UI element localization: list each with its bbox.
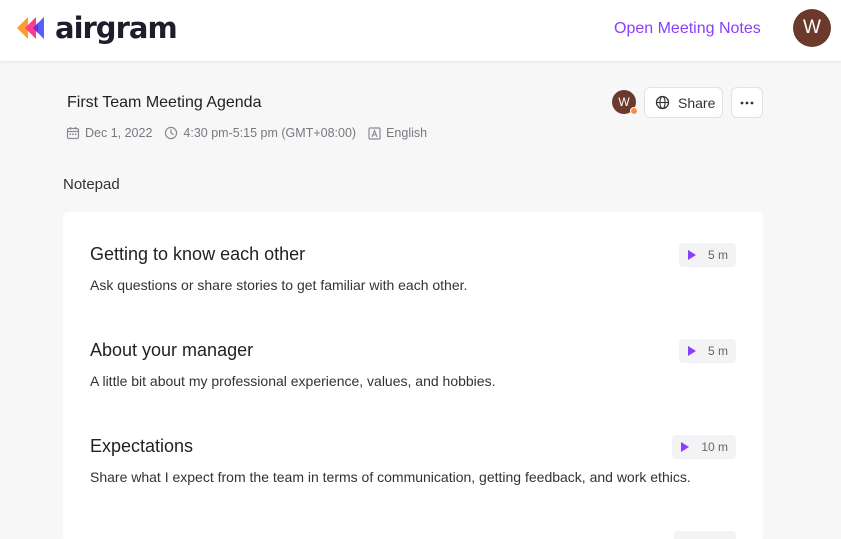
more-horizontal-icon bbox=[740, 101, 754, 104]
language-icon bbox=[368, 126, 381, 140]
play-icon bbox=[687, 346, 696, 356]
airgram-logo-icon bbox=[17, 17, 44, 39]
agenda-item-description: Share what I expect from the team in ter… bbox=[90, 469, 691, 485]
agenda-item-title: About your manager bbox=[90, 340, 254, 360]
language-text: English bbox=[386, 126, 428, 140]
participant-initial: W bbox=[618, 95, 630, 109]
brand-name: airgram bbox=[55, 11, 178, 45]
notepad-card: Getting to know each other 5 m Ask quest… bbox=[63, 212, 763, 539]
duration-text: 10 m bbox=[701, 440, 728, 454]
open-meeting-notes-link[interactable]: Open Meeting Notes bbox=[614, 19, 761, 39]
clock-icon bbox=[165, 126, 178, 140]
duration-badge[interactable]: 10 m bbox=[672, 435, 736, 459]
meeting-meta: Dec 1, 2022 4:30 pm-5:15 pm (GMT+08:00) … bbox=[66, 124, 439, 142]
agenda-item-description: Ask questions or share stories to get fa… bbox=[90, 277, 468, 293]
user-avatar[interactable]: W bbox=[793, 9, 831, 47]
duration-text: 5 m bbox=[707, 344, 728, 358]
meeting-date: Dec 1, 2022 bbox=[66, 126, 152, 140]
share-button[interactable]: Share bbox=[644, 87, 723, 118]
more-options-button[interactable] bbox=[731, 87, 763, 118]
time-text: 4:30 pm-5:15 pm (GMT+08:00) bbox=[183, 126, 357, 140]
meeting-language[interactable]: English bbox=[368, 126, 427, 140]
top-bar: airgram Open Meeting Notes W bbox=[0, 0, 841, 62]
meeting-time: 4:30 pm-5:15 pm (GMT+08:00) bbox=[164, 126, 356, 140]
agenda-item[interactable]: Expectations 10 m Share what I expect fr… bbox=[90, 434, 736, 485]
notepad-heading: Notepad bbox=[63, 176, 120, 193]
date-text: Dec 1, 2022 bbox=[85, 126, 153, 140]
duration-text: 5 m bbox=[707, 248, 728, 262]
calendar-icon bbox=[66, 127, 80, 140]
globe-icon bbox=[655, 95, 670, 110]
play-icon bbox=[681, 442, 690, 452]
online-status-dot bbox=[630, 107, 638, 115]
agenda-item-title: Getting to know each other bbox=[90, 244, 306, 264]
participant-avatar[interactable]: W bbox=[612, 90, 638, 115]
agenda-item-title: Expectations bbox=[90, 436, 194, 456]
share-label: Share bbox=[678, 94, 716, 111]
duration-badge[interactable]: 5 m bbox=[678, 339, 736, 363]
agenda-item[interactable]: About your manager 5 m A little bit abou… bbox=[90, 338, 736, 389]
page-title: First Team Meeting Agenda bbox=[67, 94, 262, 111]
duration-badge[interactable]: 5 m bbox=[678, 243, 736, 267]
play-icon bbox=[687, 250, 696, 260]
airgram-logo[interactable]: airgram bbox=[17, 11, 178, 45]
agenda-item[interactable]: Getting to know each other 5 m Ask quest… bbox=[90, 242, 736, 293]
duration-badge-partial bbox=[674, 531, 736, 539]
agenda-item-description: A little bit about my professional exper… bbox=[90, 373, 496, 389]
